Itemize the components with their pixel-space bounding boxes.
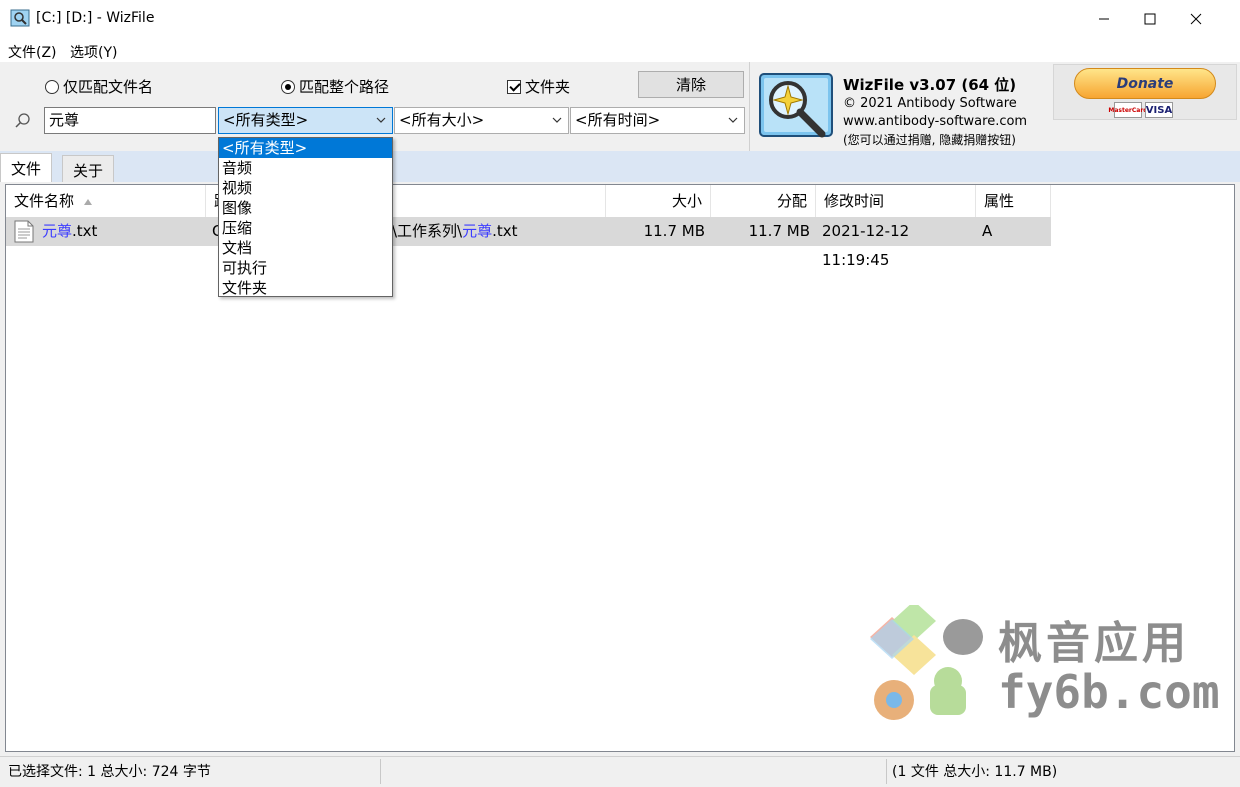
type-filter-combo[interactable]: <所有类型> xyxy=(218,107,393,134)
status-total: (1 文件 总大小: 11.7 MB) xyxy=(892,764,1058,780)
column-name-label: 文件名称 xyxy=(14,192,75,210)
dropdown-item-audio[interactable]: 音频 xyxy=(219,158,392,178)
maximize-icon xyxy=(1144,13,1156,25)
size-filter-value: <所有大小> xyxy=(399,111,485,129)
about-panel: WizFile v3.07 (64 位) © 2021 Antibody Sof… xyxy=(749,62,1240,151)
status-divider xyxy=(886,759,887,784)
wizfile-logo-icon xyxy=(759,73,833,138)
dropdown-item-executable[interactable]: 可执行 xyxy=(219,258,392,278)
tab-files[interactable]: 文件 xyxy=(0,153,53,182)
search-icon xyxy=(15,113,30,128)
radio-filename-dot xyxy=(45,79,59,94)
list-header: 文件名称 路 大小 分配 修改时间 属性 xyxy=(6,185,1051,217)
text-file-icon xyxy=(14,220,34,243)
time-filter-combo[interactable]: <所有时间> xyxy=(570,107,745,134)
path-mid: \工作系列\ xyxy=(392,222,463,240)
close-button[interactable] xyxy=(1173,0,1219,38)
path-end: .txt xyxy=(492,222,518,240)
dropdown-item-document[interactable]: 文档 xyxy=(219,238,392,258)
filename-highlight: 元尊 xyxy=(42,222,73,240)
dropdown-item-archive[interactable]: 压缩 xyxy=(219,218,392,238)
status-bar: 已选择文件: 1 总大小: 724 字节 (1 文件 总大小: 11.7 MB) xyxy=(0,756,1240,787)
radio-filename-label: 仅匹配文件名 xyxy=(63,78,154,96)
minimize-icon xyxy=(1099,18,1109,20)
menu-bar: 文件(Z) 选项(Y) xyxy=(0,38,1240,62)
cell-path-tail: \工作系列\元尊.txt xyxy=(392,217,606,246)
title-bar: [C:] [D:] - WizFile xyxy=(0,0,1240,38)
radio-filename-only[interactable]: 仅匹配文件名 xyxy=(45,76,153,97)
cell-attr: A xyxy=(982,222,993,240)
mastercard-icon: MasterCard xyxy=(1108,102,1148,118)
watermark-logo-icon xyxy=(870,605,983,720)
radio-fullpath-dot xyxy=(281,79,295,94)
donate-button[interactable]: Donate xyxy=(1074,68,1216,99)
clear-button[interactable]: 清除 xyxy=(638,71,744,98)
cell-alloc: 11.7 MB xyxy=(748,222,810,240)
filename-rest: .txt xyxy=(72,222,98,240)
dropdown-item-folder[interactable]: 文件夹 xyxy=(219,278,392,298)
status-selected: 已选择文件: 1 总大小: 724 字节 xyxy=(8,764,211,780)
tab-about[interactable]: 关于 xyxy=(62,155,115,182)
column-header-attr[interactable]: 属性 xyxy=(976,185,1051,217)
table-row[interactable]: 元尊.txt C \工作系列\元尊.txt 11.7 MB 11.7 MB 20… xyxy=(6,217,1051,269)
wizfile-app-icon xyxy=(10,9,30,27)
column-header-size[interactable]: 大小 xyxy=(606,185,711,217)
size-filter-combo[interactable]: <所有大小> xyxy=(394,107,569,134)
maximize-button[interactable] xyxy=(1127,0,1173,38)
close-icon xyxy=(1190,13,1202,25)
folder-checkbox-box xyxy=(507,79,521,94)
app-url-link[interactable]: www.antibody-software.com xyxy=(843,114,1027,129)
chevron-down-icon xyxy=(376,117,386,123)
visa-icon: VISA xyxy=(1145,102,1173,118)
watermark-domain: fy6b.com xyxy=(998,665,1220,719)
dropdown-item-image[interactable]: 图像 xyxy=(219,198,392,218)
donate-note: (您可以通过捐赠, 隐藏捐赠按钮) xyxy=(843,133,1016,147)
dropdown-item-video[interactable]: 视频 xyxy=(219,178,392,198)
type-filter-value: <所有类型> xyxy=(223,111,309,129)
chevron-down-icon xyxy=(552,117,562,123)
column-header-modified[interactable]: 修改时间 xyxy=(816,185,976,217)
minimize-button[interactable] xyxy=(1081,0,1127,38)
watermark-title: 枫音应用 xyxy=(998,618,1190,669)
type-filter-dropdown: <所有类型> 音频 视频 图像 压缩 文档 可执行 文件夹 xyxy=(218,137,393,297)
radio-full-path[interactable]: 匹配整个路径 xyxy=(281,76,389,97)
tab-strip: 文件 关于 xyxy=(0,151,1240,182)
status-divider xyxy=(380,759,381,784)
app-copyright: © 2021 Antibody Software xyxy=(843,96,1017,111)
sort-ascending-icon xyxy=(83,199,92,205)
app-name: WizFile v3.07 (64 位) xyxy=(843,76,1017,94)
watermark: 枫音应用 fy6b.com xyxy=(868,605,1228,725)
menu-file[interactable]: 文件(Z) xyxy=(8,42,57,62)
column-header-alloc[interactable]: 分配 xyxy=(711,185,816,217)
folder-checkbox-label: 文件夹 xyxy=(525,78,571,96)
donate-area: Donate MasterCard VISA xyxy=(1053,64,1237,120)
radio-fullpath-label: 匹配整个路径 xyxy=(299,78,390,96)
cell-filename: 元尊.txt xyxy=(36,217,206,246)
cell-modified: 2021-12-12 11:19:45 xyxy=(822,222,910,269)
search-input[interactable]: 元尊 xyxy=(44,107,216,134)
window-title: [C:] [D:] - WizFile xyxy=(36,10,155,26)
cell-size: 11.7 MB xyxy=(643,222,705,240)
payment-cards: MasterCard VISA xyxy=(1108,102,1173,118)
menu-options[interactable]: 选项(Y) xyxy=(70,42,117,62)
chevron-down-icon xyxy=(728,117,738,123)
dropdown-item-all[interactable]: <所有类型> xyxy=(219,138,392,158)
checkbox-folder[interactable]: 文件夹 xyxy=(507,76,570,97)
column-header-name[interactable]: 文件名称 xyxy=(6,185,206,217)
path-highlight: 元尊 xyxy=(462,222,493,240)
time-filter-value: <所有时间> xyxy=(575,111,661,129)
